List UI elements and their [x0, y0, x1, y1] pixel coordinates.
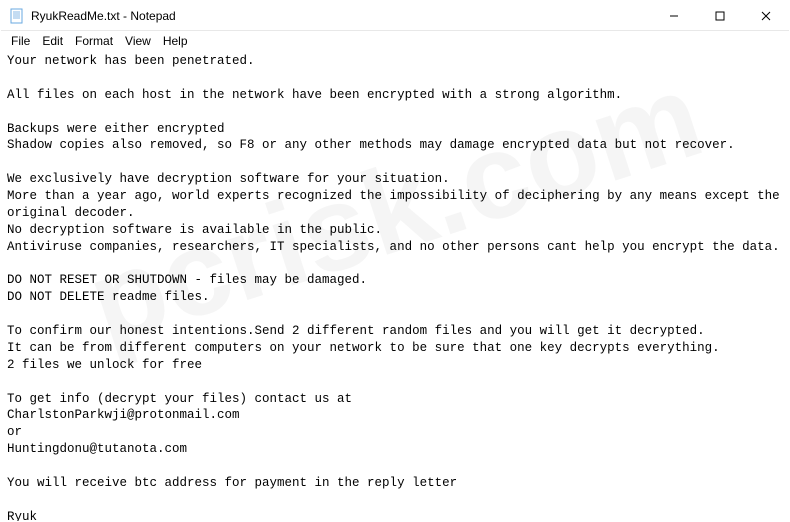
- text-area[interactable]: Your network has been penetrated. All fi…: [1, 51, 789, 521]
- menu-view[interactable]: View: [119, 33, 157, 49]
- notepad-icon: [9, 8, 25, 24]
- titlebar: RyukReadMe.txt - Notepad: [1, 1, 789, 31]
- menu-format[interactable]: Format: [69, 33, 119, 49]
- close-button[interactable]: [743, 1, 789, 31]
- notepad-window: RyukReadMe.txt - Notepad File Edit Forma…: [0, 0, 790, 522]
- menu-help[interactable]: Help: [157, 33, 194, 49]
- menubar: File Edit Format View Help: [1, 31, 789, 51]
- window-title: RyukReadMe.txt - Notepad: [31, 9, 651, 23]
- minimize-button[interactable]: [651, 1, 697, 31]
- window-controls: [651, 1, 789, 30]
- maximize-button[interactable]: [697, 1, 743, 31]
- menu-edit[interactable]: Edit: [36, 33, 69, 49]
- menu-file[interactable]: File: [5, 33, 36, 49]
